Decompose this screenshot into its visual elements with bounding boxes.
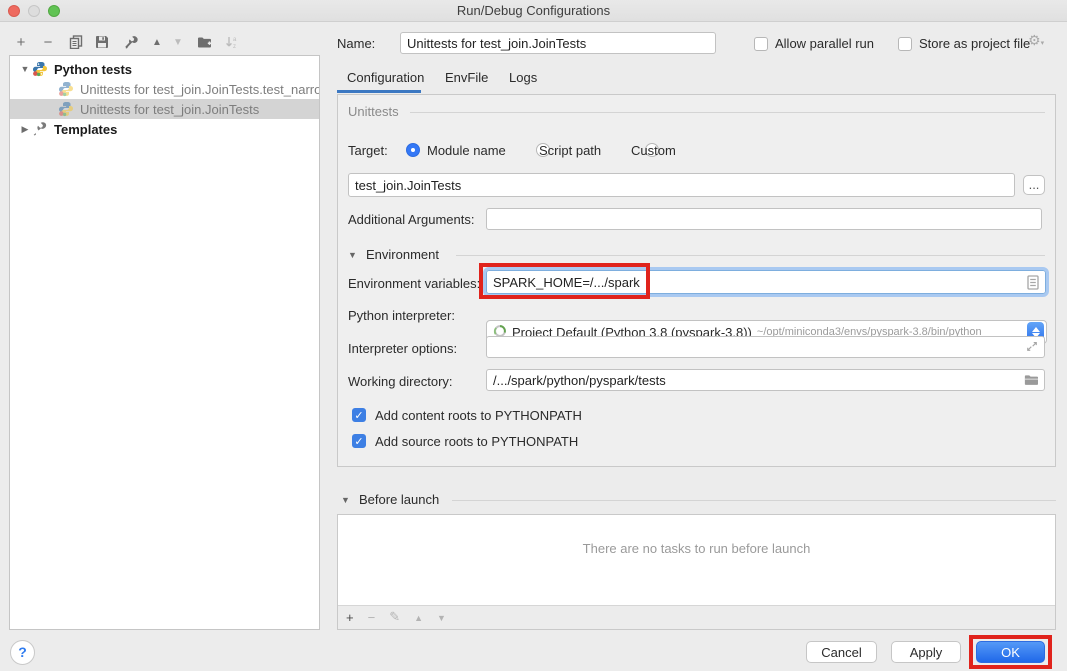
interpreter-options-label: Interpreter options: <box>348 341 457 356</box>
copy-configuration-icon[interactable] <box>66 33 86 51</box>
python-tests-icon <box>32 61 48 77</box>
ok-button[interactable]: OK <box>976 641 1045 663</box>
active-tab-underline <box>337 90 421 93</box>
tree-item-label: Python tests <box>54 62 132 77</box>
new-folder-icon[interactable] <box>194 33 214 51</box>
window-title: Run/Debug Configurations <box>0 3 1067 18</box>
unittests-group-label: Unittests <box>348 104 399 119</box>
gear-icon[interactable]: ⚙▾ <box>1028 33 1044 49</box>
tree-item-unittest-jointests-selected[interactable]: Unittests for test_join.JoinTests <box>10 99 319 119</box>
chevron-right-icon[interactable]: ▶ <box>18 124 32 135</box>
titlebar: Run/Debug Configurations <box>0 0 1067 22</box>
before-launch-panel: There are no tasks to run before launch … <box>337 514 1056 630</box>
task-down-icon[interactable]: ▼ <box>437 613 446 623</box>
chevron-down-icon[interactable]: ▼ <box>18 64 32 74</box>
radio-module-name-label: Module name <box>427 143 506 158</box>
configuration-panel: Unittests Target: Module name Script pat… <box>337 94 1056 467</box>
folder-icon[interactable] <box>1024 374 1038 389</box>
working-directory-value: /.../spark/python/pyspark/tests <box>493 373 666 388</box>
target-module-input[interactable] <box>348 173 1015 197</box>
remove-configuration-icon[interactable]: − <box>38 33 58 51</box>
edit-templates-icon[interactable] <box>121 33 141 51</box>
source-roots-checkbox[interactable]: ✓ <box>352 434 366 448</box>
group-separator <box>410 112 1045 113</box>
allow-parallel-run-label: Allow parallel run <box>775 36 874 51</box>
environment-variables-input[interactable]: SPARK_HOME=/.../spark <box>486 270 1046 294</box>
additional-arguments-label: Additional Arguments: <box>348 212 474 227</box>
sort-alphabetically-icon[interactable]: az <box>222 33 242 51</box>
radio-custom-label: Custom <box>631 143 676 158</box>
expand-field-icon[interactable] <box>1026 340 1038 355</box>
python-interpreter-label: Python interpreter: <box>348 308 455 323</box>
move-up-icon[interactable]: ▲ <box>147 33 167 51</box>
environment-variables-label: Environment variables: <box>348 276 480 291</box>
environment-collapse-icon[interactable]: ▼ <box>348 250 357 260</box>
tree-item-label: Unittests for test_join.JoinTests.test_n… <box>80 82 319 97</box>
tree-item-label: Unittests for test_join.JoinTests <box>80 102 259 117</box>
tab-envfile[interactable]: EnvFile <box>445 70 488 90</box>
radio-module-name[interactable] <box>406 143 420 157</box>
before-launch-empty-text: There are no tasks to run before launch <box>338 541 1055 556</box>
content-roots-label: Add content roots to PYTHONPATH <box>375 408 582 423</box>
working-directory-label: Working directory: <box>348 374 453 389</box>
tree-item-unittest-narrow[interactable]: Unittests for test_join.JoinTests.test_n… <box>10 79 319 99</box>
move-down-icon[interactable]: ▼ <box>168 33 188 51</box>
before-launch-collapse-icon[interactable]: ▼ <box>341 495 350 505</box>
target-label: Target: <box>348 143 388 158</box>
environment-variables-value: SPARK_HOME=/.../spark <box>493 275 640 290</box>
svg-text:z: z <box>233 44 236 49</box>
working-directory-input[interactable]: /.../spark/python/pyspark/tests <box>486 369 1045 391</box>
python-test-icon <box>58 81 74 97</box>
add-configuration-icon[interactable]: + <box>11 33 31 51</box>
svg-text:a: a <box>233 37 237 43</box>
interpreter-options-input[interactable] <box>486 336 1045 358</box>
section-separator <box>456 255 1045 256</box>
name-input[interactable] <box>400 32 716 54</box>
save-configuration-icon[interactable] <box>92 33 112 51</box>
cancel-button[interactable]: Cancel <box>806 641 877 663</box>
apply-button[interactable]: Apply <box>891 641 961 663</box>
before-launch-label: Before launch <box>359 492 439 507</box>
tree-item-python-tests[interactable]: ▼ Python tests <box>10 59 319 79</box>
wrench-icon <box>32 121 48 137</box>
before-launch-toolbar: + − ✎ ▲ ▼ <box>338 605 1055 629</box>
python-test-icon <box>58 101 74 117</box>
additional-arguments-input[interactable] <box>486 208 1042 230</box>
allow-parallel-run-checkbox[interactable] <box>754 37 768 51</box>
add-task-icon[interactable]: + <box>346 610 354 625</box>
browse-target-button[interactable]: ... <box>1023 175 1045 195</box>
tree-item-label: Templates <box>54 122 117 137</box>
content-roots-checkbox[interactable]: ✓ <box>352 408 366 422</box>
edit-variables-icon[interactable] <box>1027 275 1039 293</box>
environment-section-label: Environment <box>366 247 439 262</box>
name-label: Name: <box>337 36 375 51</box>
remove-task-icon[interactable]: − <box>368 610 376 625</box>
task-up-icon[interactable]: ▲ <box>414 613 423 623</box>
help-button[interactable]: ? <box>10 640 35 665</box>
store-as-project-file-label: Store as project file <box>919 36 1030 51</box>
source-roots-label: Add source roots to PYTHONPATH <box>375 434 578 449</box>
tree-item-templates[interactable]: ▶ Templates <box>10 119 319 139</box>
tab-logs[interactable]: Logs <box>509 70 537 90</box>
configurations-tree: ▼ Python tests Unittests for test_join.J… <box>9 55 320 630</box>
edit-task-icon[interactable]: ✎ <box>389 610 400 625</box>
store-as-project-file-checkbox[interactable] <box>898 37 912 51</box>
section-separator <box>452 500 1056 501</box>
radio-script-path-label: Script path <box>539 143 601 158</box>
tab-configuration[interactable]: Configuration <box>347 70 424 90</box>
